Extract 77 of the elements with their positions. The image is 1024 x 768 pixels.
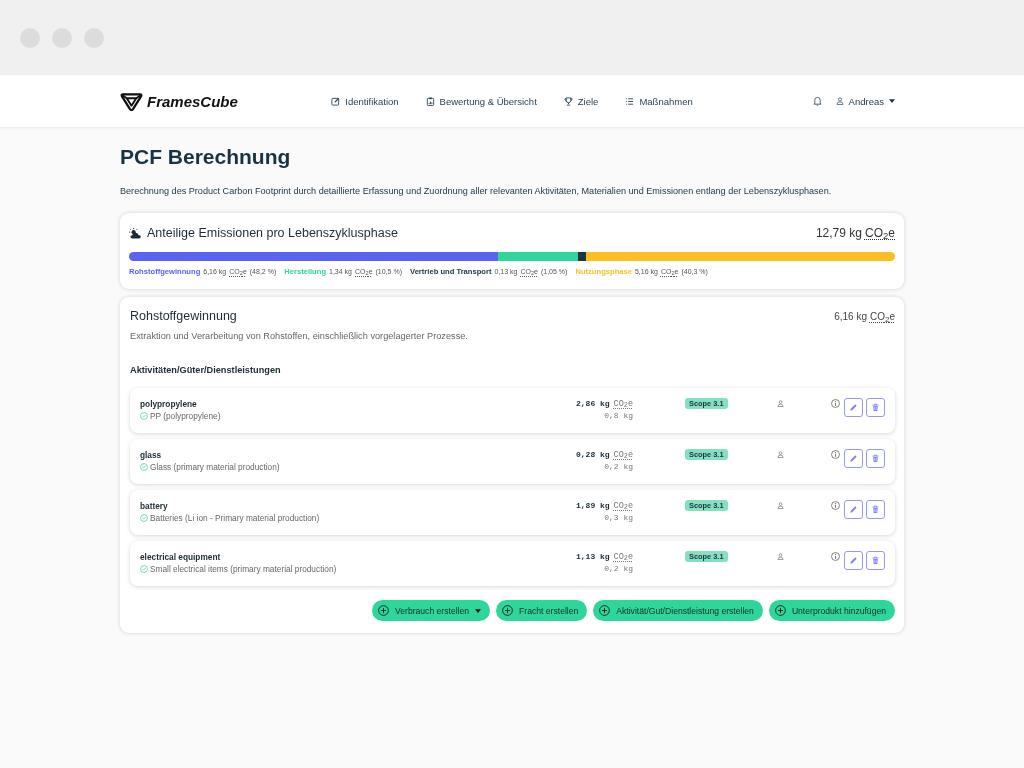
trophy-icon [563, 96, 573, 106]
emission-amount: 1,89 kg [576, 500, 610, 512]
pencil-icon [849, 403, 858, 412]
plus-circle-icon [378, 605, 389, 616]
mass-amount: 0,2 kg [604, 461, 633, 473]
edit-button[interactable] [844, 500, 863, 519]
pencil-icon [849, 556, 858, 565]
logo-text: FramesCube [147, 92, 238, 110]
person-icon [777, 451, 784, 458]
trash-icon [871, 505, 880, 514]
delete-button[interactable] [866, 398, 885, 417]
trash-icon [871, 556, 880, 565]
activity-name: battery [140, 500, 168, 512]
nav-link[interactable]: Maßnahmen [625, 95, 693, 107]
nav-link[interactable]: Bewertung & Übersicht [425, 95, 537, 107]
material-name: Batteries (Li ion - Primary material production) [150, 512, 320, 524]
activity-name: electrical equipment [140, 551, 221, 563]
user-icon [835, 97, 844, 105]
info-icon[interactable] [831, 399, 840, 408]
phase-description: Extraktion und Verarbeitung von Rohstoffen, einschließlich vorgelagerter Prozesse. [130, 330, 469, 343]
info-icon[interactable] [831, 552, 840, 561]
add-button[interactable]: Fracht erstellen [496, 600, 588, 621]
card-title: Anteilige Emissionen pro Lebenszyklusphase [147, 225, 398, 241]
user-menu[interactable]: Andreas [835, 95, 895, 107]
emission-amount: 2,86 kg [576, 398, 610, 410]
nav-link[interactable]: Identifikation [331, 95, 399, 107]
mass-amount: 0,2 kg [604, 563, 633, 575]
caret-icon [889, 99, 895, 103]
activity-name: polypropylene [140, 398, 197, 410]
clipboard-icon [425, 96, 435, 106]
unit-label: CO$_{2}$e [613, 398, 633, 410]
unit-label: CO$_{2}$e [870, 311, 895, 322]
add-button[interactable]: Verbrauch erstellen [372, 600, 491, 621]
nav-link[interactable]: Ziele [563, 95, 599, 107]
info-icon[interactable] [831, 450, 840, 459]
section-heading: Aktivitäten/Güter/Dienstleistungen [130, 364, 282, 377]
person-icon [777, 400, 784, 407]
phase-total: 6,16 kg [834, 311, 867, 322]
edit-square-icon [331, 96, 341, 106]
material-name: PP (polypropylene) [150, 410, 221, 422]
activity-name: glass [140, 449, 162, 461]
unit-label: CO$_{2}$e [613, 449, 633, 461]
phase-title: Rohstoffgewinnung [130, 308, 237, 324]
trash-icon [871, 454, 880, 463]
delete-button[interactable] [866, 551, 885, 570]
total-emissions: 12,79 kg [815, 226, 862, 240]
person-icon [777, 502, 784, 509]
emission-amount: 1,13 kg [576, 551, 610, 563]
mass-amount: 0,3 kg [604, 512, 633, 524]
list-icon [625, 96, 635, 106]
edit-button[interactable] [844, 398, 863, 417]
edit-button[interactable] [844, 551, 863, 570]
pencil-icon [849, 454, 858, 463]
logo-icon [120, 91, 143, 111]
mass-amount: 0,8 kg [604, 410, 633, 422]
unit-label: CO$_{2}$e [613, 551, 633, 563]
cloud-sun-icon [129, 227, 142, 239]
bell-icon[interactable] [812, 96, 822, 106]
emission-amount: 0,28 kg [576, 449, 610, 461]
material-name: Small electrical items (primary material production) [150, 563, 337, 575]
add-button[interactable]: Unterprodukt hinzufügen [768, 600, 895, 621]
plus-circle-icon [599, 605, 611, 616]
person-icon [777, 553, 784, 560]
page-description: Berechnung des Product Carbon Footprint durch detaillierte Erfassung und Zuordnung aller relevanten Aktivitäten, Materialien und Emissionen entlang der Lebenszyklusphasen. [120, 185, 833, 198]
unit-label: CO$_{2}$e [864, 226, 895, 240]
plus-circle-icon [774, 605, 786, 616]
info-icon[interactable] [831, 501, 840, 510]
trash-icon [871, 403, 880, 412]
plus-circle-icon [502, 605, 514, 616]
material-name: Glass (primary material production) [150, 461, 280, 473]
edit-button[interactable] [844, 449, 863, 468]
delete-button[interactable] [866, 500, 885, 519]
delete-button[interactable] [866, 449, 885, 468]
pencil-icon [849, 505, 858, 514]
unit-label: CO$_{2}$e [613, 500, 633, 512]
add-button[interactable]: Aktivität/Gut/Dienstleistung erstellen [593, 600, 763, 621]
page-title: PCF Berechnung [120, 144, 292, 170]
